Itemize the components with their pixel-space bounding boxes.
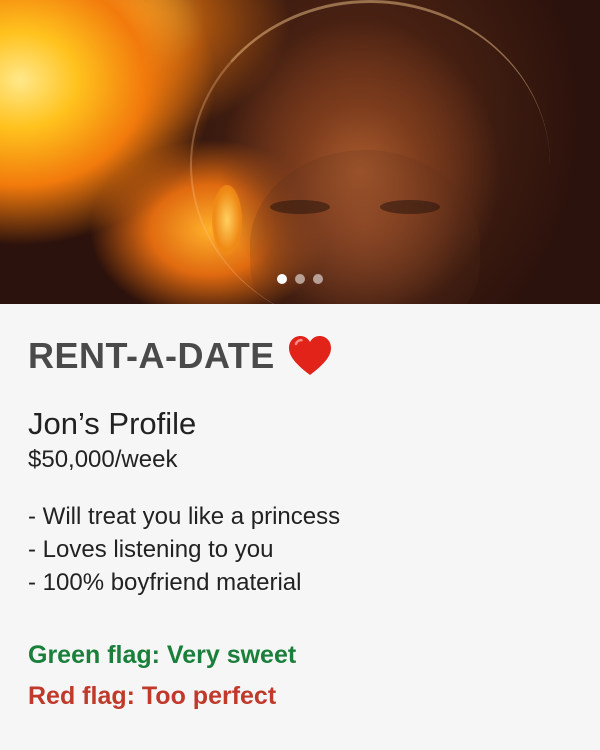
profile-photo[interactable] <box>0 0 600 304</box>
carousel-dot-1[interactable] <box>277 274 287 284</box>
photo-eyebrow-right <box>380 200 440 214</box>
list-item: - 100% boyfriend material <box>28 569 302 596</box>
profile-card: RENT-A-DATE Jon’s Profile $50,000/week -… <box>0 334 600 711</box>
carousel-dot-3[interactable] <box>313 274 323 284</box>
profile-price: $50,000/week <box>28 446 178 473</box>
carousel-dot-2[interactable] <box>295 274 305 284</box>
heart-icon <box>287 335 333 377</box>
app-title: RENT-A-DATE <box>28 335 275 376</box>
app-title-row: RENT-A-DATE <box>28 334 572 378</box>
profile-name-heading: Jon’s Profile <box>28 406 197 441</box>
green-flag-text: Green flag: Very sweet <box>28 641 297 669</box>
list-item: - Loves listening to you <box>28 536 274 563</box>
profile-bullet-list: - Will treat you like a princess - Loves… <box>28 500 572 599</box>
list-item: - Will treat you like a princess <box>28 503 341 530</box>
photo-ear <box>212 185 242 255</box>
carousel-indicator <box>0 274 600 284</box>
red-flag-text: Red flag: Too perfect <box>28 682 277 710</box>
photo-eyebrow-left <box>270 200 330 214</box>
